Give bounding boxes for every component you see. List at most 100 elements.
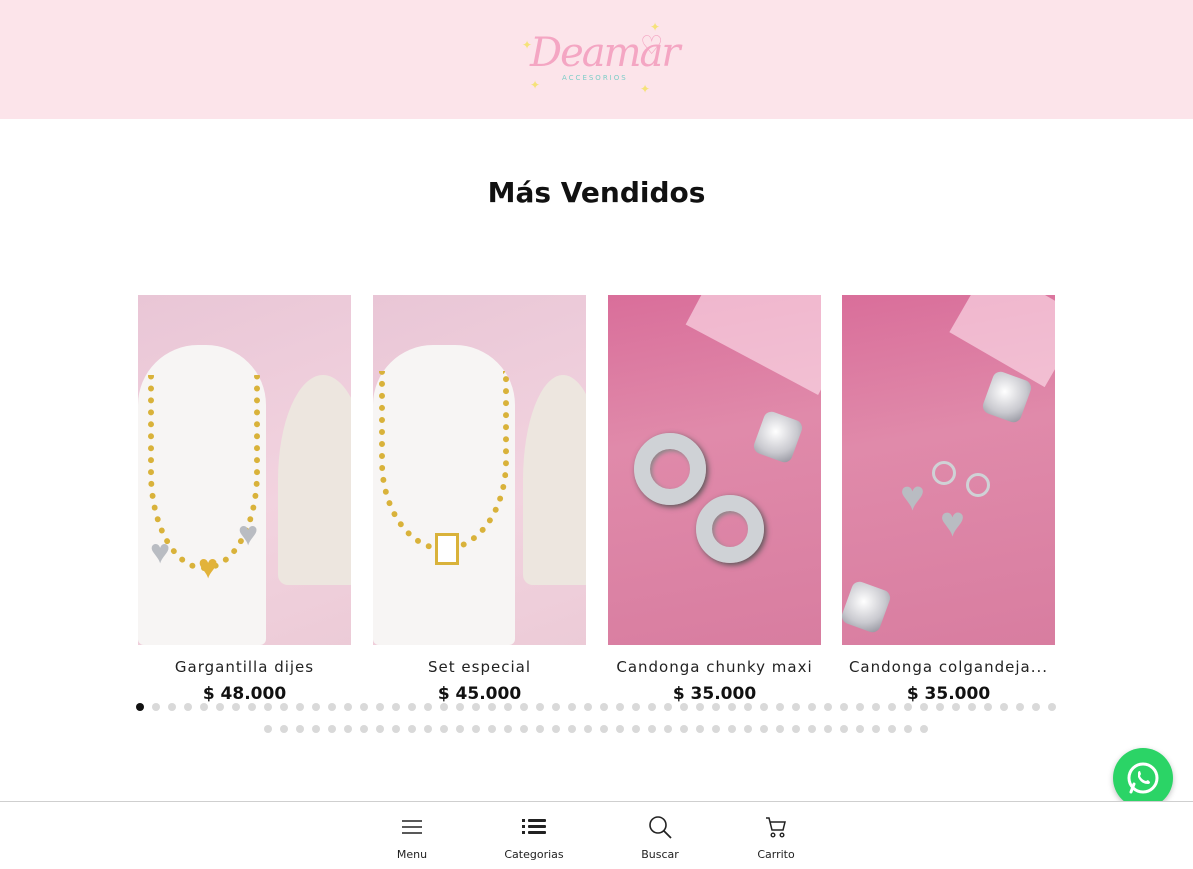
pagination-dot[interactable]	[488, 703, 496, 711]
pagination-dot[interactable]	[520, 725, 528, 733]
pagination-dot[interactable]	[264, 725, 272, 733]
pagination-dot[interactable]	[312, 703, 320, 711]
pagination-dot[interactable]	[456, 725, 464, 733]
pagination-dot[interactable]	[968, 703, 976, 711]
pagination-dot[interactable]	[952, 703, 960, 711]
pagination-dot[interactable]	[296, 703, 304, 711]
product-card[interactable]: ♥ ♥ ♥ Gargantilla dijes $ 48.000	[138, 295, 351, 704]
pagination-dot[interactable]	[808, 703, 816, 711]
pagination-dot[interactable]	[712, 703, 720, 711]
pagination-dot[interactable]	[440, 725, 448, 733]
pagination-dot[interactable]	[200, 703, 208, 711]
pagination-dot[interactable]	[168, 703, 176, 711]
pagination-dot[interactable]	[472, 703, 480, 711]
pagination-dot[interactable]	[232, 703, 240, 711]
nav-menu[interactable]: Menu	[372, 814, 452, 861]
pagination-dot[interactable]	[760, 703, 768, 711]
pagination-dot[interactable]	[664, 703, 672, 711]
product-name[interactable]: Candonga colgandeja...	[842, 658, 1055, 676]
product-card[interactable]: ♥ ♥ Candonga colgandeja... $ 35.000	[842, 295, 1055, 704]
pagination-dot[interactable]	[600, 725, 608, 733]
product-name[interactable]: Set especial	[373, 658, 586, 676]
pagination-dot[interactable]	[808, 725, 816, 733]
pagination-dot[interactable]	[488, 725, 496, 733]
pagination-dot[interactable]	[888, 725, 896, 733]
pagination-dot[interactable]	[616, 703, 624, 711]
product-image[interactable]	[373, 295, 586, 645]
pagination-dot[interactable]	[296, 725, 304, 733]
pagination-dot[interactable]	[984, 703, 992, 711]
product-image[interactable]: ♥ ♥ ♥	[138, 295, 351, 645]
pagination-dot[interactable]	[584, 703, 592, 711]
pagination-dot[interactable]	[504, 703, 512, 711]
pagination-dot[interactable]	[504, 725, 512, 733]
pagination-dot[interactable]	[904, 703, 912, 711]
pagination-dot[interactable]	[440, 703, 448, 711]
pagination-dot[interactable]	[792, 725, 800, 733]
pagination-dot[interactable]	[648, 725, 656, 733]
pagination-dot[interactable]	[680, 703, 688, 711]
pagination-dot[interactable]	[392, 703, 400, 711]
pagination-dot[interactable]	[152, 703, 160, 711]
pagination-dot[interactable]	[840, 703, 848, 711]
pagination-dot[interactable]	[408, 725, 416, 733]
pagination-dot[interactable]	[536, 725, 544, 733]
pagination-dot[interactable]	[1016, 703, 1024, 711]
pagination-dot[interactable]	[344, 703, 352, 711]
pagination-dot[interactable]	[392, 725, 400, 733]
pagination-dot[interactable]	[424, 703, 432, 711]
pagination-dot[interactable]	[344, 725, 352, 733]
pagination-dot[interactable]	[1032, 703, 1040, 711]
pagination-dot[interactable]	[776, 703, 784, 711]
pagination-dot[interactable]	[792, 703, 800, 711]
pagination-dot[interactable]	[424, 725, 432, 733]
pagination-dot[interactable]	[456, 703, 464, 711]
pagination-dot[interactable]	[184, 703, 192, 711]
pagination-dot[interactable]	[936, 703, 944, 711]
pagination-dot[interactable]	[744, 725, 752, 733]
pagination-dot[interactable]	[872, 725, 880, 733]
pagination-dot[interactable]	[328, 725, 336, 733]
pagination-dot[interactable]	[760, 725, 768, 733]
pagination-dot[interactable]	[520, 703, 528, 711]
pagination-dot[interactable]	[1048, 703, 1056, 711]
pagination-dot[interactable]	[552, 703, 560, 711]
pagination-dot[interactable]	[248, 703, 256, 711]
pagination-dot[interactable]	[472, 725, 480, 733]
pagination-dot[interactable]	[856, 703, 864, 711]
pagination-dot[interactable]	[824, 703, 832, 711]
nav-categorias[interactable]: Categorias	[494, 814, 574, 861]
pagination-dot[interactable]	[280, 703, 288, 711]
product-card[interactable]: Set especial $ 45.000	[373, 295, 586, 704]
brand-logo[interactable]: ✦ ✦ ✦ ✦ Deamar ♡ ACCESORIOS	[522, 20, 680, 100]
pagination-dot[interactable]	[728, 703, 736, 711]
pagination-dot[interactable]	[312, 725, 320, 733]
pagination-dot[interactable]	[856, 725, 864, 733]
pagination-dot[interactable]	[872, 703, 880, 711]
pagination-dot[interactable]	[408, 703, 416, 711]
pagination-dot[interactable]	[376, 725, 384, 733]
pagination-dot[interactable]	[1000, 703, 1008, 711]
product-image[interactable]: ♥ ♥	[842, 295, 1055, 645]
pagination-dot[interactable]	[360, 725, 368, 733]
pagination-dot[interactable]	[568, 725, 576, 733]
pagination-dot[interactable]	[568, 703, 576, 711]
pagination-dot[interactable]	[648, 703, 656, 711]
pagination-dot[interactable]	[264, 703, 272, 711]
pagination-dot[interactable]	[216, 703, 224, 711]
pagination-dot[interactable]	[920, 703, 928, 711]
pagination-dot[interactable]	[616, 725, 624, 733]
pagination-dot[interactable]	[696, 703, 704, 711]
pagination-dot[interactable]	[920, 725, 928, 733]
pagination-dot[interactable]	[600, 703, 608, 711]
pagination-dot[interactable]	[136, 703, 144, 711]
pagination-dot[interactable]	[360, 703, 368, 711]
pagination-dot[interactable]	[584, 725, 592, 733]
pagination-dot[interactable]	[552, 725, 560, 733]
pagination-dot[interactable]	[280, 725, 288, 733]
pagination-dot[interactable]	[632, 725, 640, 733]
pagination-dot[interactable]	[680, 725, 688, 733]
nav-buscar[interactable]: Buscar	[620, 814, 700, 861]
nav-carrito[interactable]: Carrito	[736, 814, 816, 861]
pagination-dot[interactable]	[632, 703, 640, 711]
